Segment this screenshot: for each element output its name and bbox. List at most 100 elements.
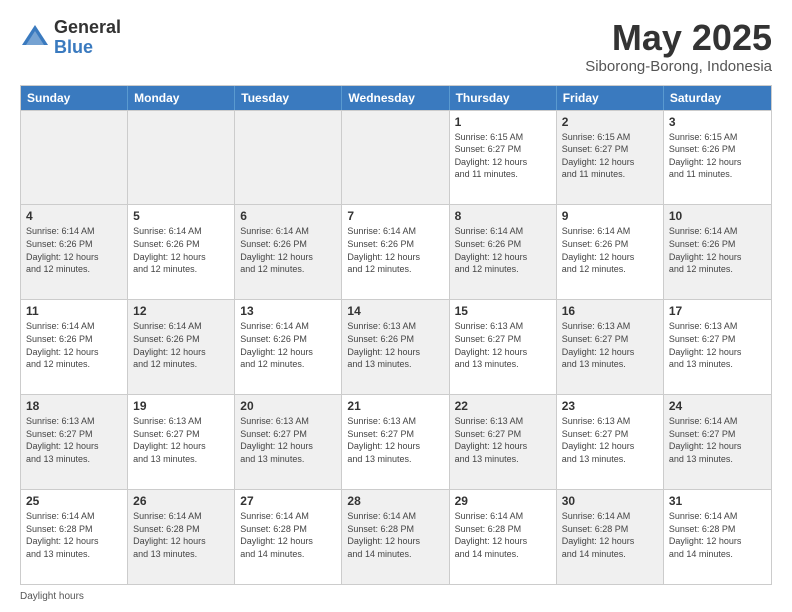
calendar-cell: 25 Sunrise: 6:14 AM Sunset: 6:28 PM Dayli…: [21, 490, 128, 584]
calendar-cell: [342, 111, 449, 205]
calendar-cell: 8Sunrise: 6:14 AM Sunset: 6:26 PM Daylig…: [450, 205, 557, 299]
calendar-header-cell: Tuesday: [235, 86, 342, 110]
calendar-header: SundayMondayTuesdayWednesdayThursdayFrid…: [21, 86, 771, 110]
calendar-row: 4Sunrise: 6:14 AM Sunset: 6:26 PM Daylig…: [21, 204, 771, 299]
calendar-cell: 6Sunrise: 6:14 AM Sunset: 6:26 PM Daylig…: [235, 205, 342, 299]
calendar-header-cell: Saturday: [664, 86, 771, 110]
calendar-cell: 13Sunrise: 6:14 AM Sunset: 6:26 PM Dayli…: [235, 300, 342, 394]
day-number: 24: [669, 399, 766, 413]
day-number: 15: [455, 304, 551, 318]
day-number: 19: [133, 399, 229, 413]
calendar-row: 18 Sunrise: 6:13 AM Sunset: 6:27 PM Dayli…: [21, 394, 771, 489]
day-number: 3: [669, 115, 766, 129]
day-number: 20: [240, 399, 336, 413]
day-info: Sunrise: 6:14 AM Sunset: 6:28 PM Dayligh…: [133, 510, 229, 560]
header: General Blue May 2025 Siborong-Borong, I…: [20, 18, 772, 75]
day-info: Sunrise: 6:14 AM Sunset: 6:26 PM Dayligh…: [26, 225, 122, 275]
calendar-cell: [235, 111, 342, 205]
calendar-cell: 19 Sunrise: 6:13 AM Sunset: 6:27 PM Dayli…: [128, 395, 235, 489]
day-info: Sunrise: 6:14 AM Sunset: 6:26 PM Dayligh…: [562, 225, 658, 275]
day-info: Sunrise: 6:13 AM Sunset: 6:27 PM Dayligh…: [455, 415, 551, 465]
day-number: 13: [240, 304, 336, 318]
day-number: 28: [347, 494, 443, 508]
calendar-cell: 3 Sunrise: 6:15 AM Sunset: 6:26 PM Daylig…: [664, 111, 771, 205]
day-number: 1: [455, 115, 551, 129]
day-info: Sunrise: 6:14 AM Sunset: 6:28 PM Dayligh…: [26, 510, 122, 560]
day-info: Sunrise: 6:14 AM Sunset: 6:26 PM Dayligh…: [347, 225, 443, 275]
day-number: 17: [669, 304, 766, 318]
day-info: Sunrise: 6:14 AM Sunset: 6:26 PM Dayligh…: [26, 320, 122, 370]
day-number: 29: [455, 494, 551, 508]
calendar-cell: 15Sunrise: 6:13 AM Sunset: 6:27 PM Dayli…: [450, 300, 557, 394]
day-number: 23: [562, 399, 658, 413]
day-info: Sunrise: 6:13 AM Sunset: 6:27 PM Dayligh…: [347, 415, 443, 465]
day-info: Sunrise: 6:13 AM Sunset: 6:27 PM Dayligh…: [562, 415, 658, 465]
day-info: Sunrise: 6:14 AM Sunset: 6:28 PM Dayligh…: [347, 510, 443, 560]
day-number: 7: [347, 209, 443, 223]
day-number: 30: [562, 494, 658, 508]
calendar-cell: 7 Sunrise: 6:14 AM Sunset: 6:26 PM Daylig…: [342, 205, 449, 299]
calendar-cell: 4Sunrise: 6:14 AM Sunset: 6:26 PM Daylig…: [21, 205, 128, 299]
calendar-body: 1 Sunrise: 6:15 AM Sunset: 6:27 PM Daylig…: [21, 110, 771, 584]
day-number: 2: [562, 115, 658, 129]
day-number: 14: [347, 304, 443, 318]
day-info: Sunrise: 6:14 AM Sunset: 6:28 PM Dayligh…: [669, 510, 766, 560]
calendar-row: 25 Sunrise: 6:14 AM Sunset: 6:28 PM Dayli…: [21, 489, 771, 584]
day-info: Sunrise: 6:13 AM Sunset: 6:26 PM Dayligh…: [347, 320, 443, 370]
location: Siborong-Borong, Indonesia: [585, 58, 772, 75]
calendar-header-cell: Wednesday: [342, 86, 449, 110]
day-number: 25: [26, 494, 122, 508]
calendar-cell: 22 Sunrise: 6:13 AM Sunset: 6:27 PM Dayli…: [450, 395, 557, 489]
month-title: May 2025: [585, 18, 772, 58]
day-number: 11: [26, 304, 122, 318]
day-info: Sunrise: 6:13 AM Sunset: 6:27 PM Dayligh…: [669, 320, 766, 370]
day-info: Sunrise: 6:14 AM Sunset: 6:26 PM Dayligh…: [669, 225, 766, 275]
day-info: Sunrise: 6:14 AM Sunset: 6:28 PM Dayligh…: [240, 510, 336, 560]
day-info: Sunrise: 6:15 AM Sunset: 6:27 PM Dayligh…: [455, 131, 551, 181]
day-info: Sunrise: 6:13 AM Sunset: 6:27 PM Dayligh…: [562, 320, 658, 370]
calendar-cell: 16 Sunrise: 6:13 AM Sunset: 6:27 PM Dayli…: [557, 300, 664, 394]
day-number: 9: [562, 209, 658, 223]
calendar-cell: 29 Sunrise: 6:14 AM Sunset: 6:28 PM Dayli…: [450, 490, 557, 584]
day-info: Sunrise: 6:14 AM Sunset: 6:26 PM Dayligh…: [133, 225, 229, 275]
day-info: Sunrise: 6:13 AM Sunset: 6:27 PM Dayligh…: [240, 415, 336, 465]
calendar-cell: 28 Sunrise: 6:14 AM Sunset: 6:28 PM Dayli…: [342, 490, 449, 584]
calendar-row: 1 Sunrise: 6:15 AM Sunset: 6:27 PM Daylig…: [21, 110, 771, 205]
calendar-cell: 14 Sunrise: 6:13 AM Sunset: 6:26 PM Dayli…: [342, 300, 449, 394]
calendar-cell: 11 Sunrise: 6:14 AM Sunset: 6:26 PM Dayli…: [21, 300, 128, 394]
calendar-row: 11 Sunrise: 6:14 AM Sunset: 6:26 PM Dayli…: [21, 299, 771, 394]
calendar-cell: 2Sunrise: 6:15 AM Sunset: 6:27 PM Daylig…: [557, 111, 664, 205]
logo-text: General Blue: [54, 18, 121, 58]
calendar-cell: 12Sunrise: 6:14 AM Sunset: 6:26 PM Dayli…: [128, 300, 235, 394]
calendar-cell: 1 Sunrise: 6:15 AM Sunset: 6:27 PM Daylig…: [450, 111, 557, 205]
day-info: Sunrise: 6:15 AM Sunset: 6:26 PM Dayligh…: [669, 131, 766, 181]
calendar-cell: 27Sunrise: 6:14 AM Sunset: 6:28 PM Dayli…: [235, 490, 342, 584]
day-info: Sunrise: 6:14 AM Sunset: 6:26 PM Dayligh…: [133, 320, 229, 370]
day-number: 5: [133, 209, 229, 223]
day-info: Sunrise: 6:14 AM Sunset: 6:28 PM Dayligh…: [455, 510, 551, 560]
day-number: 18: [26, 399, 122, 413]
calendar-header-cell: Friday: [557, 86, 664, 110]
calendar-cell: 5 Sunrise: 6:14 AM Sunset: 6:26 PM Daylig…: [128, 205, 235, 299]
day-info: Sunrise: 6:14 AM Sunset: 6:28 PM Dayligh…: [562, 510, 658, 560]
calendar-cell: 30 Sunrise: 6:14 AM Sunset: 6:28 PM Dayli…: [557, 490, 664, 584]
day-number: 26: [133, 494, 229, 508]
day-info: Sunrise: 6:13 AM Sunset: 6:27 PM Dayligh…: [133, 415, 229, 465]
calendar-cell: 24 Sunrise: 6:14 AM Sunset: 6:27 PM Dayli…: [664, 395, 771, 489]
calendar-cell: 10Sunrise: 6:14 AM Sunset: 6:26 PM Dayli…: [664, 205, 771, 299]
calendar-cell: 21 Sunrise: 6:13 AM Sunset: 6:27 PM Dayli…: [342, 395, 449, 489]
day-info: Sunrise: 6:14 AM Sunset: 6:26 PM Dayligh…: [455, 225, 551, 275]
footer: Daylight hours: [20, 591, 772, 602]
logo-blue: Blue: [54, 38, 121, 58]
day-number: 6: [240, 209, 336, 223]
calendar-header-cell: Monday: [128, 86, 235, 110]
logo: General Blue: [20, 18, 121, 58]
day-number: 21: [347, 399, 443, 413]
calendar-header-cell: Thursday: [450, 86, 557, 110]
day-number: 16: [562, 304, 658, 318]
logo-general: General: [54, 18, 121, 38]
calendar-cell: 18Sunrise: 6:13 AM Sunset: 6:27 PM Dayli…: [21, 395, 128, 489]
day-info: Sunrise: 6:14 AM Sunset: 6:27 PM Dayligh…: [669, 415, 766, 465]
day-number: 22: [455, 399, 551, 413]
calendar: SundayMondayTuesdayWednesdayThursdayFrid…: [20, 85, 772, 585]
